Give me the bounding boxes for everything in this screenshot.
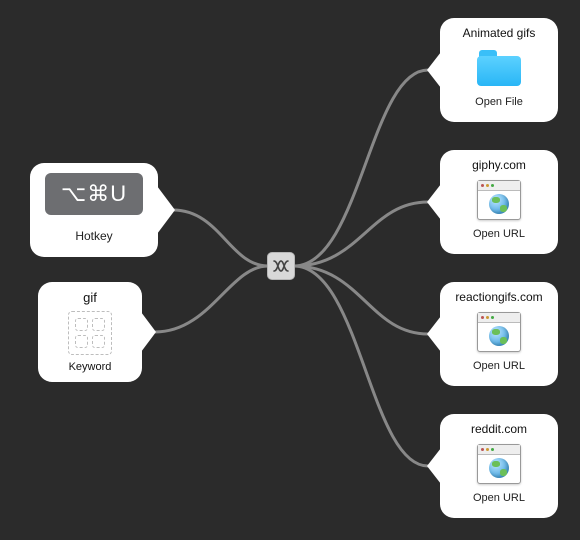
junction-icon [272, 257, 290, 275]
browser-url-icon [476, 441, 522, 487]
output-title: Animated gifs [446, 26, 552, 40]
output-action: Open URL [446, 492, 552, 504]
folder-icon [476, 45, 522, 91]
output-title: giphy.com [446, 158, 552, 172]
keyword-label: Keyword [38, 361, 142, 373]
browser-url-icon [476, 309, 522, 355]
output-node-reddit[interactable]: reddit.com Open URL [440, 414, 558, 518]
keyword-grid-icon [68, 311, 112, 355]
output-node-animated-gifs[interactable]: Animated gifs Open File [440, 18, 558, 122]
hotkey-combo: ⌥⌘U [45, 173, 143, 215]
hotkey-node[interactable]: ⌥⌘U Hotkey [30, 163, 158, 257]
output-node-giphy[interactable]: giphy.com Open URL [440, 150, 558, 254]
junction-node[interactable] [267, 252, 295, 280]
hotkey-label: Hotkey [30, 229, 158, 243]
output-action: Open File [446, 96, 552, 108]
output-node-reactiongifs[interactable]: reactiongifs.com Open URL [440, 282, 558, 386]
browser-url-icon [476, 177, 522, 223]
output-title: reddit.com [446, 422, 552, 436]
keyword-node[interactable]: gif Keyword [38, 282, 142, 382]
output-action: Open URL [446, 360, 552, 372]
keyword-text: gif [38, 290, 142, 305]
output-action: Open URL [446, 228, 552, 240]
output-title: reactiongifs.com [446, 290, 552, 304]
